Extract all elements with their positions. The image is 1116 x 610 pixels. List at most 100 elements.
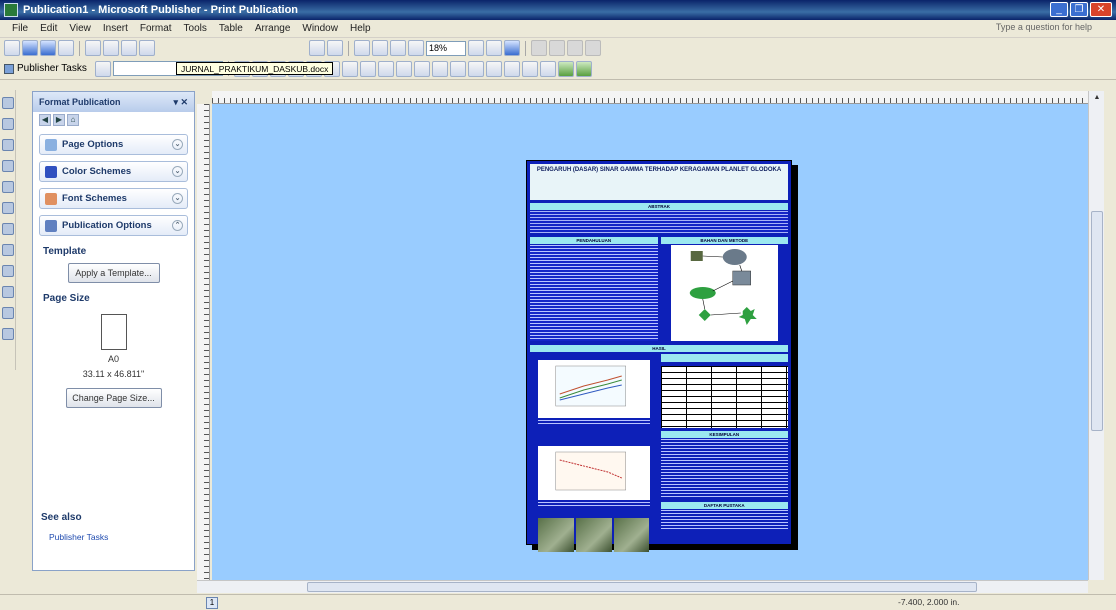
undo-icon[interactable]	[309, 40, 325, 56]
publisher-tasks-link[interactable]: Publisher Tasks	[49, 532, 108, 542]
print-icon[interactable]	[85, 40, 101, 56]
line-style-icon[interactable]	[503, 60, 520, 77]
intro-header[interactable]: PENDAHULUAN	[530, 237, 658, 244]
page-options-item[interactable]: Page Options ⌄	[39, 134, 188, 155]
back-icon[interactable]: ◀	[39, 114, 51, 126]
print-preview-icon[interactable]	[103, 40, 119, 56]
rectangle-icon[interactable]	[1, 265, 14, 277]
mail-icon[interactable]	[58, 40, 74, 56]
method-diagram[interactable]	[670, 245, 778, 341]
menu-table[interactable]: Table	[213, 23, 249, 34]
open-icon[interactable]	[22, 40, 38, 56]
results-table[interactable]	[660, 366, 788, 428]
oval-icon[interactable]	[1, 244, 14, 256]
home-icon[interactable]: ⌂	[67, 114, 79, 126]
font-color-icon[interactable]	[485, 60, 502, 77]
apply-template-button[interactable]: Apply a Template...	[67, 263, 160, 283]
references-header[interactable]: DAFTAR PUSTAKA	[660, 502, 788, 509]
dash-style-icon[interactable]	[521, 60, 538, 77]
horizontal-scrollbar[interactable]	[197, 580, 1088, 593]
references-text[interactable]	[660, 510, 788, 530]
horizontal-scroll-thumb[interactable]	[307, 582, 977, 592]
menu-edit[interactable]: Edit	[34, 23, 63, 34]
minimize-icon[interactable]: _	[1050, 2, 1068, 17]
scroll-up-icon[interactable]: ▲	[1089, 91, 1105, 105]
conclusion-text[interactable]	[660, 439, 788, 499]
autoshapes-icon[interactable]	[1, 286, 14, 298]
line-icon[interactable]	[1, 202, 14, 214]
vertical-scrollbar[interactable]: ▲	[1088, 91, 1104, 580]
insert-picture-icon[interactable]	[585, 40, 601, 56]
abstract-text[interactable]	[530, 211, 788, 233]
results-header[interactable]: HASIL	[530, 345, 788, 352]
hot-spot-icon[interactable]	[1, 307, 14, 319]
decrease-indent-icon[interactable]	[395, 60, 412, 77]
menu-window[interactable]: Window	[296, 23, 344, 34]
growth-chart-caption[interactable]	[538, 420, 650, 426]
numbering-icon[interactable]	[359, 60, 376, 77]
abstract-header[interactable]: ABSTRAK	[530, 203, 788, 210]
help-icon[interactable]	[504, 40, 520, 56]
shadow-style-icon[interactable]	[557, 60, 574, 77]
planlet-photos[interactable]	[538, 518, 650, 552]
arrow-style-icon[interactable]	[539, 60, 556, 77]
increase-indent-icon[interactable]	[413, 60, 430, 77]
page-navigator[interactable]: 1	[206, 597, 218, 609]
menu-file[interactable]: File	[6, 23, 34, 34]
help-search-box[interactable]: Type a question for help	[996, 22, 1092, 32]
color-schemes-item[interactable]: Color Schemes ⌄	[39, 161, 188, 182]
survival-chart-caption[interactable]	[538, 502, 650, 508]
research-icon[interactable]	[139, 40, 155, 56]
new-icon[interactable]	[4, 40, 20, 56]
columns-icon[interactable]	[390, 40, 406, 56]
task-pane-close-icon[interactable]: ▾ ✕	[173, 97, 188, 108]
zoom-out-icon[interactable]	[468, 40, 484, 56]
zoom-in-icon[interactable]	[486, 40, 502, 56]
table-icon[interactable]	[567, 40, 583, 56]
method-header[interactable]: BAHAN DAN METODE	[660, 237, 788, 244]
select-objects-icon[interactable]	[1, 97, 14, 109]
format-painter-icon[interactable]	[549, 40, 565, 56]
fill-color-icon[interactable]	[449, 60, 466, 77]
menu-arrange[interactable]: Arrange	[249, 23, 297, 34]
intro-text[interactable]	[530, 245, 658, 341]
send-backward-icon[interactable]	[372, 40, 388, 56]
forward-icon[interactable]: ▶	[53, 114, 65, 126]
poster-title[interactable]: PENGARUH (DASAR) SINAR GAMMA TERHADAP KE…	[530, 164, 788, 200]
font-size-up-icon[interactable]	[431, 60, 448, 77]
insert-table-icon[interactable]	[1, 139, 14, 151]
bullets-icon[interactable]	[377, 60, 394, 77]
wordart-icon[interactable]	[1, 160, 14, 172]
font-schemes-item[interactable]: Font Schemes ⌄	[39, 188, 188, 209]
menu-help[interactable]: Help	[344, 23, 377, 34]
menu-tools[interactable]: Tools	[178, 23, 213, 34]
design-gallery-icon[interactable]	[1, 328, 14, 340]
3d-style-icon[interactable]	[575, 60, 592, 77]
picture-frame-icon[interactable]	[1, 181, 14, 193]
vertical-ruler[interactable]	[197, 104, 210, 580]
spelling-icon[interactable]	[121, 40, 137, 56]
wizard-icon[interactable]	[531, 40, 547, 56]
poster-page[interactable]: PENGARUH (DASAR) SINAR GAMMA TERHADAP KE…	[526, 160, 792, 552]
zoom-select[interactable]: 18%	[426, 40, 466, 56]
change-page-size-button[interactable]: Change Page Size...	[65, 388, 162, 408]
arrow-icon[interactable]	[1, 223, 14, 235]
restore-icon[interactable]: ❐	[1070, 2, 1088, 17]
conclusion-header[interactable]: KESIMPULAN	[660, 431, 788, 438]
justify-icon[interactable]	[341, 60, 358, 77]
horizontal-ruler[interactable]	[212, 91, 1088, 104]
line-color-icon[interactable]	[467, 60, 484, 77]
publication-options-item[interactable]: Publication Options ⌃	[39, 215, 188, 236]
close-icon[interactable]: ✕	[1090, 2, 1112, 17]
special-characters-icon[interactable]	[408, 40, 424, 56]
growth-line-chart[interactable]	[538, 360, 650, 418]
styles-icon[interactable]	[94, 60, 111, 77]
bring-forward-icon[interactable]	[354, 40, 370, 56]
redo-icon[interactable]	[327, 40, 343, 56]
table-caption[interactable]	[660, 354, 788, 362]
publisher-tasks-button[interactable]: Publisher Tasks	[4, 63, 87, 74]
vertical-scroll-thumb[interactable]	[1091, 211, 1103, 431]
menu-format[interactable]: Format	[134, 23, 178, 34]
text-box-icon[interactable]	[1, 118, 14, 130]
menu-insert[interactable]: Insert	[97, 23, 134, 34]
